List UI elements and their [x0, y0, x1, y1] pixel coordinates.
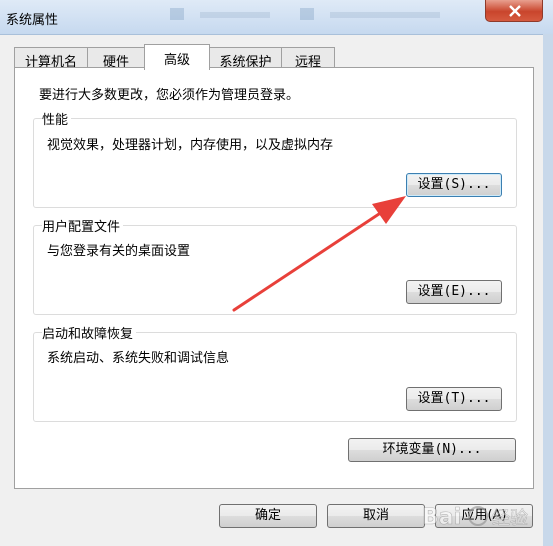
svg-text:Bai: Bai — [422, 505, 461, 530]
baidu-jingyan-watermark-logo: Bai 经验 — [422, 505, 529, 531]
svg-text:经验: 经验 — [492, 508, 528, 529]
annotation-arrow — [232, 196, 406, 312]
cancel-button[interactable]: 取消 — [327, 504, 425, 528]
tab-advanced[interactable]: 高级 — [144, 44, 210, 70]
ok-button[interactable]: 确定 — [219, 504, 317, 528]
system-properties-window: 系统属性 计算机名 硬件 高级 系统保护 远程 要进行大多数更改，您必须作为管理… — [0, 0, 553, 546]
